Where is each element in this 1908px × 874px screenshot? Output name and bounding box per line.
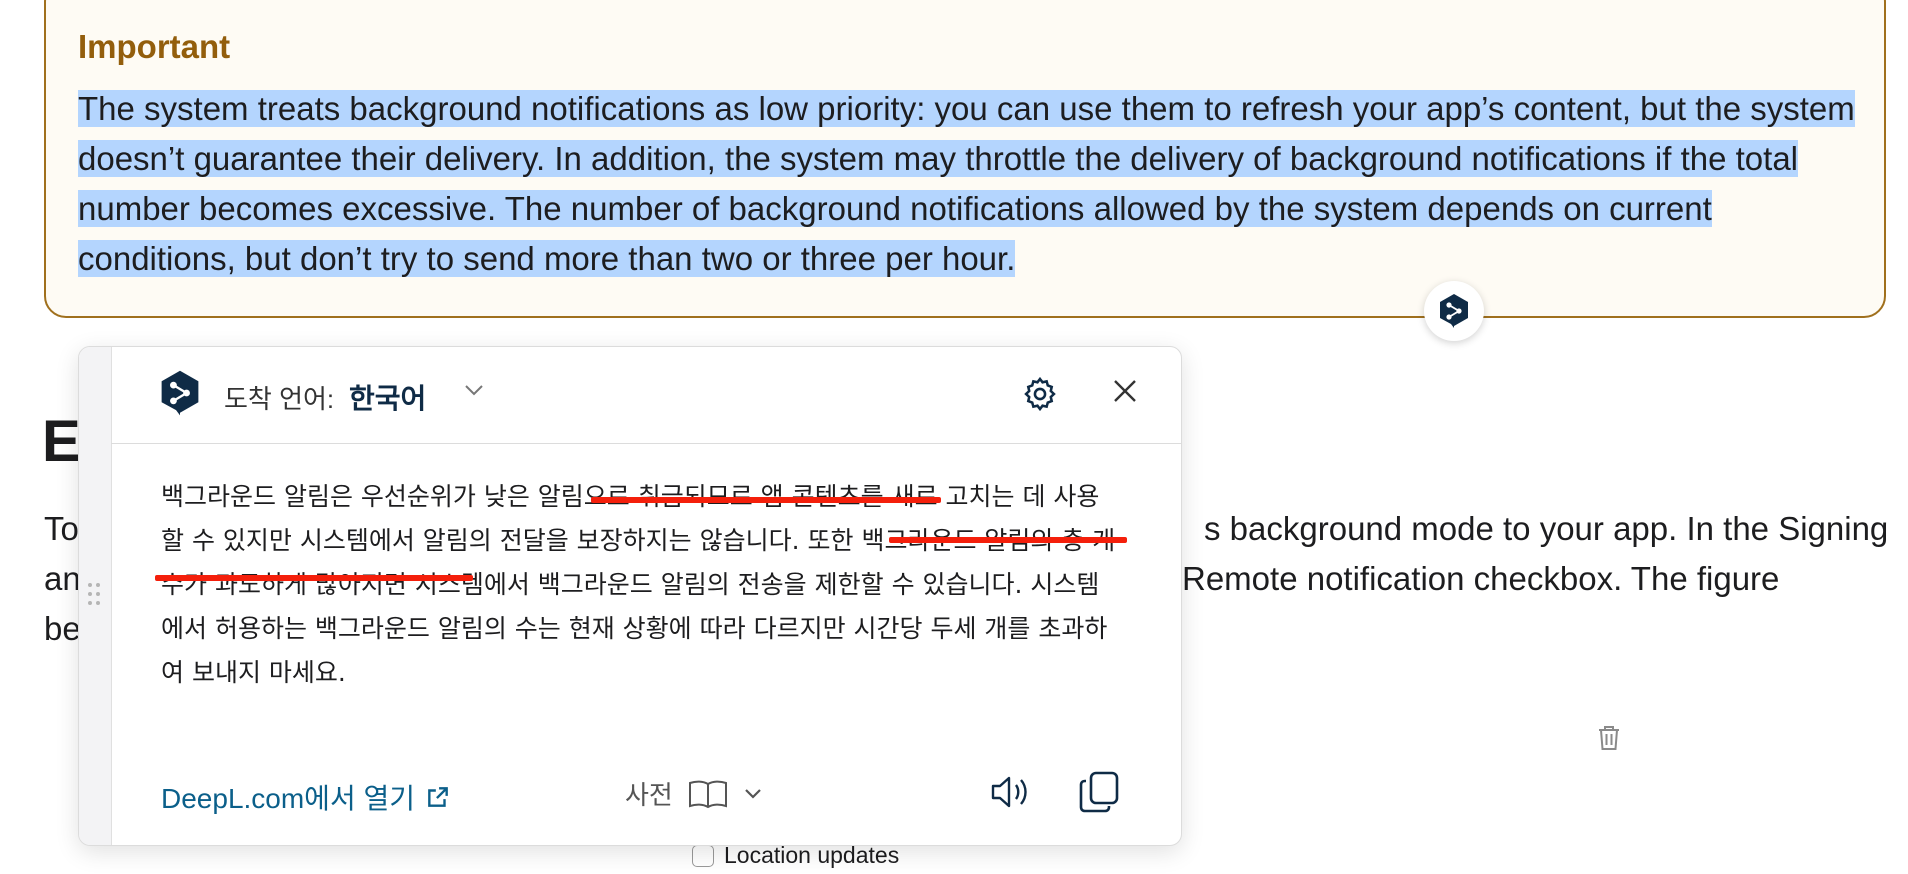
chevron-down-icon[interactable]: [463, 383, 485, 402]
trash-icon[interactable]: [1596, 724, 1622, 757]
red-underline: [591, 497, 941, 503]
dictionary-label: 사전: [625, 780, 673, 810]
close-icon[interactable]: [1111, 377, 1139, 410]
popup-footer: DeepL.com에서 열기 사전: [111, 735, 1181, 845]
target-language-select[interactable]: 한국어: [349, 377, 426, 417]
red-underline: [155, 575, 473, 581]
dictionary-button[interactable]: 사전: [625, 775, 763, 812]
body-text-left-1: To: [44, 510, 79, 547]
location-updates-option[interactable]: Location updates: [692, 842, 899, 869]
open-in-deepl-label: DeepL.com에서 열기: [161, 783, 416, 814]
deepl-logo-icon: [159, 369, 201, 422]
red-underline: [889, 537, 1127, 543]
copy-icon[interactable]: [1077, 769, 1123, 820]
location-updates-checkbox[interactable]: [692, 844, 714, 867]
body-text-right-2: Remote notification checkbox. The figure: [1182, 560, 1780, 597]
open-in-deepl-link[interactable]: DeepL.com에서 열기: [161, 777, 451, 817]
body-text-right-1: s background mode to your app. In the Si…: [1204, 510, 1889, 547]
speaker-icon[interactable]: [987, 771, 1033, 818]
location-updates-label: Location updates: [724, 842, 900, 868]
target-language-label: 도착 언어:: [224, 384, 335, 414]
deepl-translate-bubble[interactable]: [1424, 281, 1484, 341]
aside-title: Important: [78, 28, 231, 65]
selected-text[interactable]: The system treats background notificatio…: [78, 90, 1855, 277]
body-text-left-2: an: [44, 560, 81, 597]
aside-body[interactable]: The system treats background notificatio…: [78, 84, 1868, 284]
drag-handle[interactable]: [79, 347, 112, 845]
translation-text: 백그라운드 알림은 우선순위가 낮은 알림으로 취급되므로 앱 콘텐츠를 새로 …: [161, 482, 1115, 687]
deepl-logo-icon: [1440, 294, 1468, 328]
book-icon: [688, 780, 727, 808]
gear-icon[interactable]: [1021, 375, 1059, 418]
body-text-left-3: be: [44, 610, 81, 647]
external-link-icon: [428, 787, 448, 807]
deepl-translation-popup: 도착 언어: 한국어 백그라운드 알림은 우선순위가 낮은 알림으로 취급되므로…: [78, 346, 1182, 846]
grip-icon[interactable]: [88, 583, 102, 607]
popup-header: 도착 언어: 한국어: [111, 347, 1181, 444]
section-heading-partial: E: [42, 409, 81, 474]
chevron-down-icon: [745, 788, 761, 799]
